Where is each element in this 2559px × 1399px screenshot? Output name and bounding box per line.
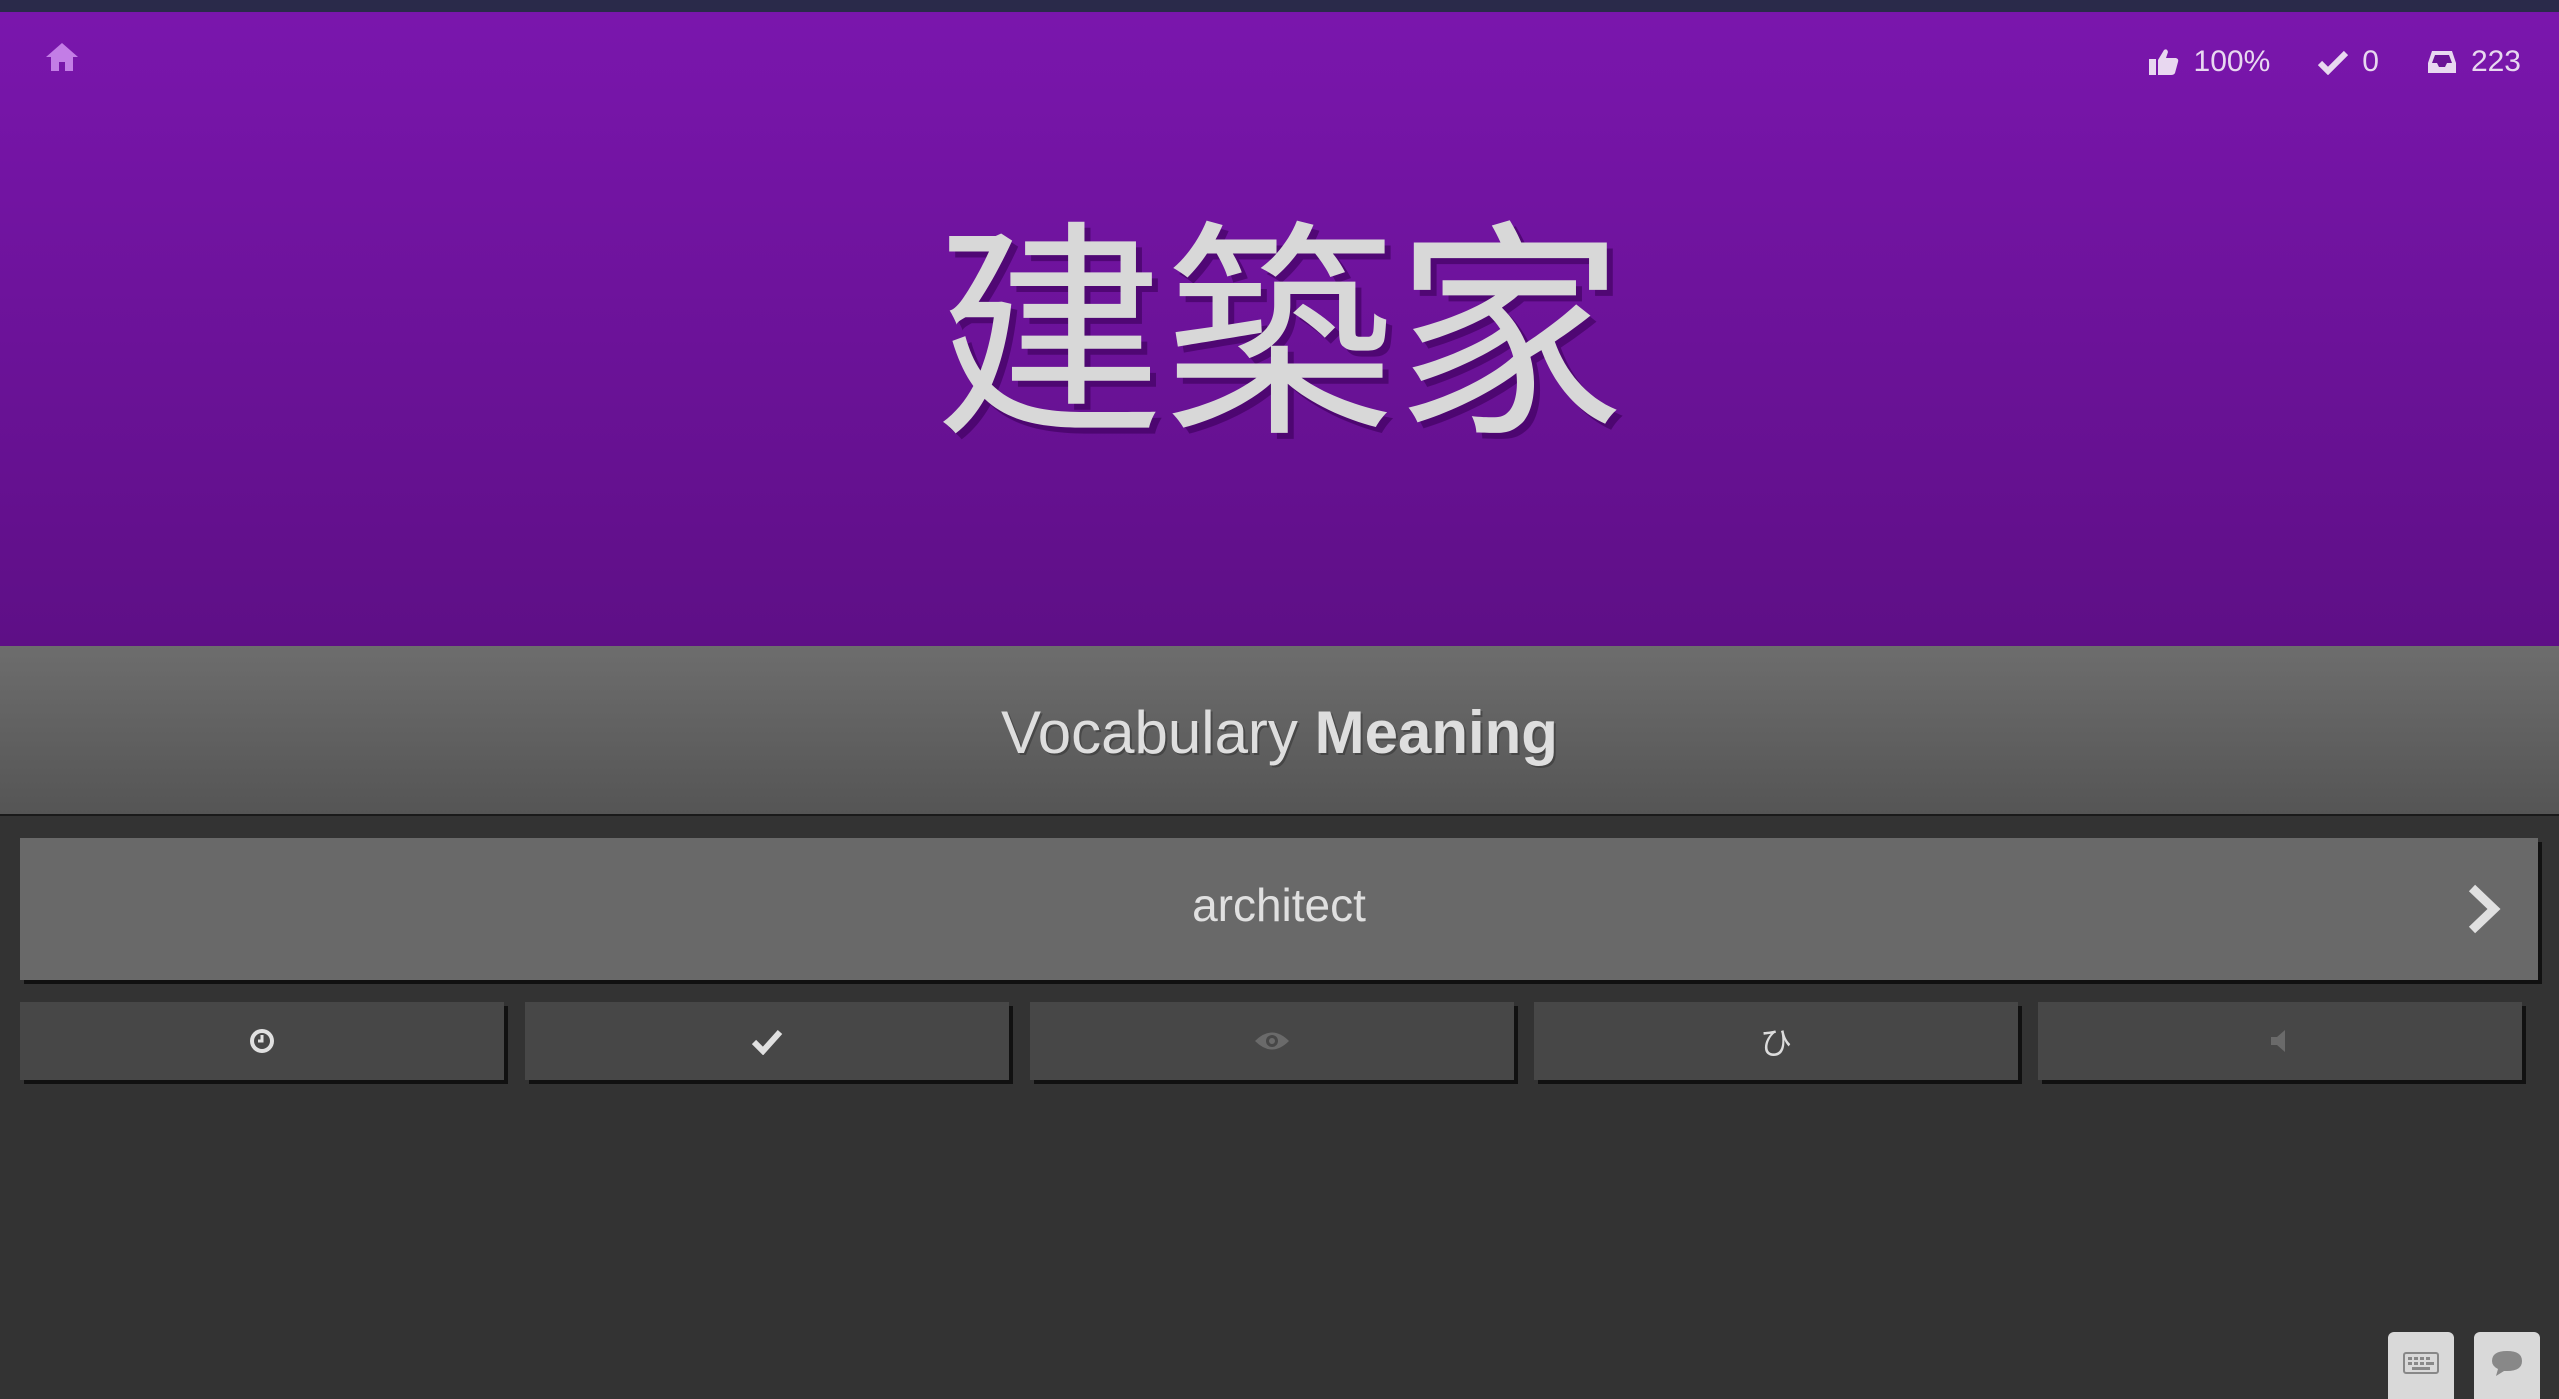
keyboard-shortcuts-button[interactable] — [2388, 1332, 2454, 1399]
percent-value: 100% — [2193, 45, 2271, 78]
queue-value: 223 — [2470, 45, 2521, 78]
queue-stat: 223 — [2427, 45, 2521, 79]
question-type: Vocabulary — [1001, 699, 1298, 766]
additional-content-buttons: ひ — [20, 1002, 2542, 1082]
question-type-label: Vocabulary Meaning — [0, 698, 2559, 767]
hiragana-icon: ひ — [1759, 1024, 1792, 1062]
audio-icon — [2267, 1027, 2293, 1055]
top-strip — [0, 0, 2559, 12]
check-icon — [751, 1027, 783, 1055]
eye-icon — [1253, 1028, 1291, 1054]
home-icon[interactable] — [44, 40, 80, 74]
last-items-button[interactable] — [20, 1002, 504, 1080]
show-info-button[interactable] — [1030, 1002, 1514, 1080]
inbox-icon — [2427, 49, 2457, 75]
question-type-bar: Vocabulary Meaning — [0, 646, 2559, 816]
feedback-button[interactable] — [2474, 1332, 2540, 1399]
clock-icon — [247, 1026, 277, 1056]
answer-input[interactable]: architect — [20, 838, 2538, 980]
audio-button[interactable] — [2038, 1002, 2522, 1080]
question-category: Meaning — [1314, 699, 1558, 766]
submit-button[interactable] — [2458, 882, 2508, 936]
completed-value: 0 — [2362, 45, 2379, 78]
chevron-right-icon — [2458, 884, 2508, 940]
item-info-button[interactable] — [525, 1002, 1009, 1080]
stats-bar: 100% 0 223 — [2148, 42, 2521, 82]
completed-stat: 0 — [2318, 45, 2379, 79]
keyboard-icon — [2403, 1351, 2439, 1380]
header: 100% 0 223 建築家 — [0, 12, 2559, 646]
thumbs-up-icon — [2148, 47, 2180, 77]
hiragana-button[interactable]: ひ — [1534, 1002, 2018, 1080]
check-icon — [2318, 49, 2349, 75]
percent-stat: 100% — [2148, 45, 2271, 79]
chat-icon — [2490, 1348, 2524, 1383]
answer-value: architect — [1192, 879, 1366, 931]
review-character: 建築家 — [934, 203, 1625, 470]
